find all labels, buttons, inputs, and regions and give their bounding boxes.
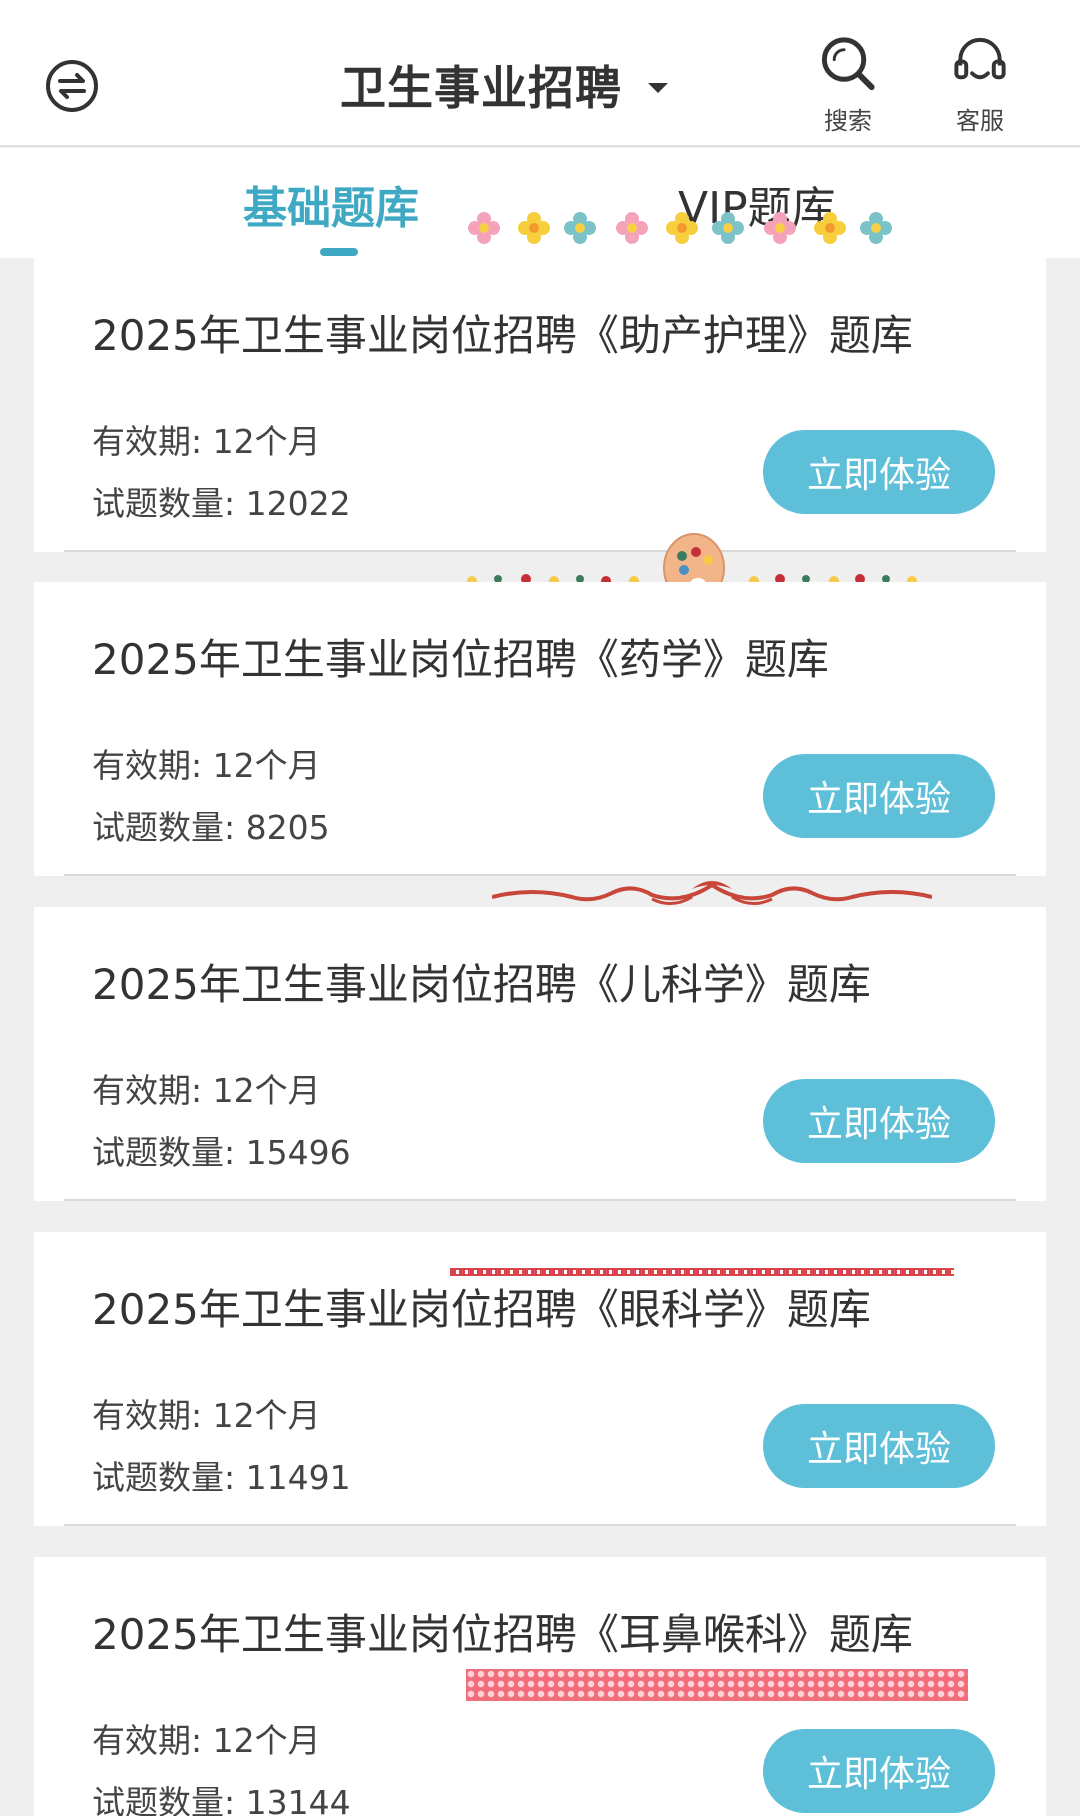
question-bank-card[interactable]: 2025年卫生事业岗位招聘《药学》题库 有效期: 12个月 试题数量: 8205… xyxy=(34,582,1046,876)
card-divider xyxy=(64,1199,1016,1201)
swap-icon[interactable] xyxy=(44,58,100,114)
category-selector[interactable]: 卫生事业招聘 xyxy=(340,55,668,115)
search-icon xyxy=(821,37,875,91)
card-validity: 有效期: 12个月 xyxy=(92,422,321,461)
customer-service-button[interactable]: 客服 xyxy=(940,32,1020,136)
try-now-button[interactable]: 立即体验 xyxy=(763,1404,995,1488)
card-title: 2025年卫生事业岗位招聘《眼科学》题库 xyxy=(92,1285,871,1334)
try-now-button[interactable]: 立即体验 xyxy=(763,1079,995,1163)
card-title: 2025年卫生事业岗位招聘《耳鼻喉科》题库 xyxy=(92,1610,913,1659)
flower-decoration xyxy=(468,212,892,244)
app-page: 卫生事业招聘 搜索 客服 基础题库 VIP题库 2025年卫生事业岗位招聘《助产… xyxy=(0,0,1080,1816)
chevron-down-icon xyxy=(648,83,668,93)
card-validity: 有效期: 12个月 xyxy=(92,1071,321,1110)
service-label: 客服 xyxy=(956,107,1004,135)
card-question-count: 试题数量: 13144 xyxy=(92,1783,351,1816)
card-validity: 有效期: 12个月 xyxy=(92,1396,321,1435)
card-question-count: 试题数量: 12022 xyxy=(92,484,351,523)
question-bank-card[interactable]: 2025年卫生事业岗位招聘《助产护理》题库 有效期: 12个月 试题数量: 12… xyxy=(34,258,1046,552)
card-title: 2025年卫生事业岗位招聘《药学》题库 xyxy=(92,635,829,684)
search-label: 搜索 xyxy=(824,107,872,135)
polka-decoration xyxy=(466,1669,968,1701)
card-validity: 有效期: 12个月 xyxy=(92,1721,321,1760)
card-title: 2025年卫生事业岗位招聘《助产护理》题库 xyxy=(92,311,913,360)
card-validity: 有效期: 12个月 xyxy=(92,746,321,785)
card-question-count: 试题数量: 15496 xyxy=(92,1133,351,1172)
tab-basic[interactable]: 基础题库 xyxy=(243,172,419,236)
try-now-button[interactable]: 立即体验 xyxy=(763,430,995,514)
question-bank-card[interactable]: 2025年卫生事业岗位招聘《眼科学》题库 有效期: 12个月 试题数量: 114… xyxy=(34,1232,1046,1526)
headset-icon xyxy=(954,37,1006,80)
lace-decoration xyxy=(450,1268,954,1276)
card-question-count: 试题数量: 11491 xyxy=(92,1458,351,1497)
card-title: 2025年卫生事业岗位招聘《儿科学》题库 xyxy=(92,960,871,1009)
tab-bar: 基础题库 VIP题库 xyxy=(0,148,1080,258)
question-bank-card[interactable]: 2025年卫生事业岗位招聘《儿科学》题库 有效期: 12个月 试题数量: 154… xyxy=(34,907,1046,1201)
active-tab-indicator xyxy=(320,248,358,256)
try-now-button[interactable]: 立即体验 xyxy=(763,754,995,838)
card-question-count: 试题数量: 8205 xyxy=(92,808,330,847)
page-title: 卫生事业招聘 xyxy=(340,61,622,115)
search-button[interactable]: 搜索 xyxy=(808,32,888,136)
card-divider xyxy=(64,1524,1016,1526)
top-bar: 卫生事业招聘 搜索 客服 xyxy=(0,0,1080,147)
try-now-button[interactable]: 立即体验 xyxy=(763,1729,995,1813)
